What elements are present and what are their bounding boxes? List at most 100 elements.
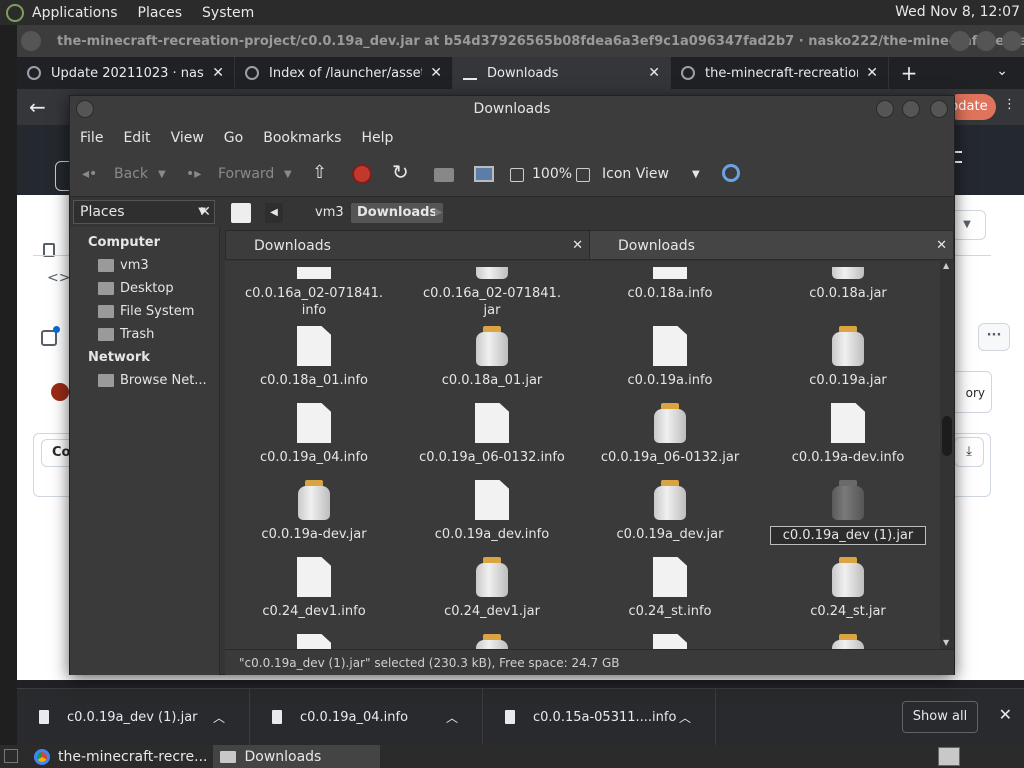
download-item-2[interactable]: c0.0.19a_04.info ︿ xyxy=(250,688,483,746)
file-item[interactable]: c0.0.18a.jar xyxy=(759,261,937,302)
tab-close-icon[interactable]: ✕ xyxy=(212,65,224,81)
browser-tab-2[interactable]: Index of /launcher/assets/js ✕ xyxy=(235,57,453,89)
file-item[interactable]: c0.0.19a.jar xyxy=(759,326,937,389)
sidebar-item-trash[interactable]: Trash xyxy=(98,327,154,342)
menu-go[interactable]: Go xyxy=(224,130,243,146)
breadcrumb-downloads[interactable]: Downloads xyxy=(351,203,444,223)
maximize-icon[interactable] xyxy=(976,31,996,51)
view-mode-chevron-down-icon[interactable]: ▼ xyxy=(692,169,700,180)
show-all-button[interactable]: Show all xyxy=(902,701,978,733)
file-item[interactable]: c0.0.18a_01.info xyxy=(225,326,403,389)
tab-close-icon[interactable]: ✕ xyxy=(866,65,878,81)
browser-tab-4[interactable]: the-minecraft-recreation- ✕ xyxy=(671,57,889,89)
sidebar-item-desktop[interactable]: Desktop xyxy=(98,281,174,296)
file-item[interactable] xyxy=(403,634,581,649)
show-desktop-icon[interactable] xyxy=(4,749,18,763)
edit-location-icon[interactable] xyxy=(231,203,251,223)
file-item[interactable]: c0.0.19a.info xyxy=(581,326,759,389)
crumb-left-arrow-icon[interactable]: ◀ xyxy=(265,203,283,223)
file-item[interactable]: c0.24_st.jar xyxy=(759,557,937,620)
back-arrow-icon[interactable]: ◂• xyxy=(82,166,97,182)
back-arrow-icon[interactable]: ← xyxy=(29,95,46,119)
code-icon[interactable]: <> xyxy=(47,270,70,286)
file-item[interactable]: c0.0.19a_dev (1).jar xyxy=(759,480,937,545)
file-item[interactable]: c0.0.19a_dev.info xyxy=(403,480,581,543)
file-item[interactable]: c0.24_st.info xyxy=(581,557,759,620)
avatar[interactable] xyxy=(51,383,69,401)
pane-tab-close-icon[interactable]: ✕ xyxy=(936,231,947,261)
scroll-up-arrow-icon[interactable]: ▲ xyxy=(943,261,949,270)
file-item[interactable]: c0.0.16a_02-071841. jar xyxy=(403,261,581,319)
close-downloads-icon[interactable]: ✕ xyxy=(999,705,1012,724)
download-item-3[interactable]: c0.0.15a-05311....info ︿ xyxy=(483,688,716,746)
sidebar-item-browse-network[interactable]: Browse Net... xyxy=(98,373,207,388)
vertical-scrollbar[interactable]: ▲ ▼ xyxy=(940,261,954,649)
file-item[interactable]: c0.0.19a_dev.jar xyxy=(581,480,759,543)
download-button[interactable]: ⤓ xyxy=(954,437,984,467)
menu-help[interactable]: Help xyxy=(361,130,393,146)
file-item[interactable]: c0.0.19a-dev.jar xyxy=(225,480,403,543)
chevron-up-icon[interactable]: ︿ xyxy=(446,709,458,726)
sidebar-item-file-system[interactable]: File System xyxy=(98,304,194,319)
pane-tab-1[interactable]: Downloads ✕ xyxy=(225,230,590,260)
file-item[interactable]: c0.0.18a.info xyxy=(581,261,759,302)
scroll-down-arrow-icon[interactable]: ▼ xyxy=(943,638,949,647)
pane-tab-2[interactable]: Downloads ✕ xyxy=(589,230,954,260)
file-item[interactable]: c0.0.19a_06-0132.info xyxy=(403,403,581,466)
chevron-up-icon[interactable]: ︿ xyxy=(213,709,225,726)
menu-view[interactable]: View xyxy=(171,130,204,146)
zoom-in-icon[interactable] xyxy=(576,168,590,182)
crumb-right-arrow-icon[interactable]: ▶ xyxy=(435,203,443,223)
back-button[interactable]: Back xyxy=(114,166,148,182)
file-item[interactable] xyxy=(225,634,403,649)
view-mode-select[interactable]: Icon View xyxy=(602,166,669,182)
new-tab-button[interactable]: + xyxy=(889,57,929,89)
file-item[interactable]: c0.0.16a_02-071841. info xyxy=(225,261,403,319)
close-icon[interactable] xyxy=(1002,31,1022,51)
sidebar-item-vm3[interactable]: vm3 xyxy=(98,258,149,273)
panel-menu-applications[interactable]: Applications xyxy=(32,5,118,21)
sidebar-close-icon[interactable]: ✕ xyxy=(194,200,216,224)
browser-tab-3[interactable]: Downloads ✕ xyxy=(453,57,671,89)
file-item[interactable]: c0.0.19a_04.info xyxy=(225,403,403,466)
file-manager-title-bar[interactable]: Downloads xyxy=(70,96,954,123)
zoom-out-icon[interactable] xyxy=(510,168,524,182)
menu-edit[interactable]: Edit xyxy=(123,130,150,146)
file-item[interactable]: c0.24_dev1.jar xyxy=(403,557,581,620)
stop-icon[interactable] xyxy=(352,164,372,184)
kebab-menu-icon[interactable]: ⋮ xyxy=(1003,97,1016,112)
panel-menu-places[interactable]: Places xyxy=(138,5,183,21)
menu-file[interactable]: File xyxy=(80,130,103,146)
file-item[interactable]: c0.24_dev1.info xyxy=(225,557,403,620)
minimize-icon[interactable] xyxy=(876,100,894,118)
computer-icon[interactable] xyxy=(474,166,494,182)
taskbar-item-downloads[interactable]: Downloads xyxy=(214,745,381,768)
taskbar-item-browser[interactable]: the-minecraft-recre... xyxy=(28,745,215,768)
scrollbar-thumb[interactable] xyxy=(942,416,952,456)
browser-tab-1[interactable]: Update 20211023 · nasko22 ✕ xyxy=(17,57,235,89)
forward-history-chevron-icon[interactable]: ▼ xyxy=(284,169,292,180)
system-logo-icon[interactable] xyxy=(6,3,24,22)
back-history-chevron-icon[interactable]: ▼ xyxy=(158,169,166,180)
close-icon[interactable] xyxy=(930,100,948,118)
panel-clock[interactable]: Wed Nov 8, 12:07 xyxy=(895,4,1020,20)
browser-menu-icon[interactable] xyxy=(21,31,41,51)
pane-tab-close-icon[interactable]: ✕ xyxy=(572,231,583,261)
download-item-1[interactable]: c0.0.19a_dev (1).jar ︿ xyxy=(17,688,250,746)
menu-bookmarks[interactable]: Bookmarks xyxy=(263,130,341,146)
chevron-up-icon[interactable]: ︿ xyxy=(679,709,691,726)
file-item[interactable] xyxy=(759,634,937,649)
reload-icon[interactable]: ↻ xyxy=(392,160,409,184)
minimize-icon[interactable] xyxy=(950,31,970,51)
up-arrow-icon[interactable]: ⇧ xyxy=(312,162,327,183)
search-icon[interactable] xyxy=(722,164,740,182)
file-item[interactable]: c0.0.19a_06-0132.jar xyxy=(581,403,759,466)
file-item[interactable]: c0.0.18a_01.jar xyxy=(403,326,581,389)
browser-title-bar[interactable]: the-minecraft-recreation-project/c0.0.19… xyxy=(17,25,1024,57)
notification-area-icon[interactable] xyxy=(938,747,960,766)
file-item[interactable]: c0.0.19a-dev.info xyxy=(759,403,937,466)
home-icon[interactable] xyxy=(434,168,454,182)
breadcrumb-vm3[interactable]: vm3 xyxy=(291,203,350,223)
forward-arrow-icon[interactable]: •▸ xyxy=(186,166,201,182)
tab-search-chevron-icon[interactable]: ⌄ xyxy=(996,63,1008,79)
